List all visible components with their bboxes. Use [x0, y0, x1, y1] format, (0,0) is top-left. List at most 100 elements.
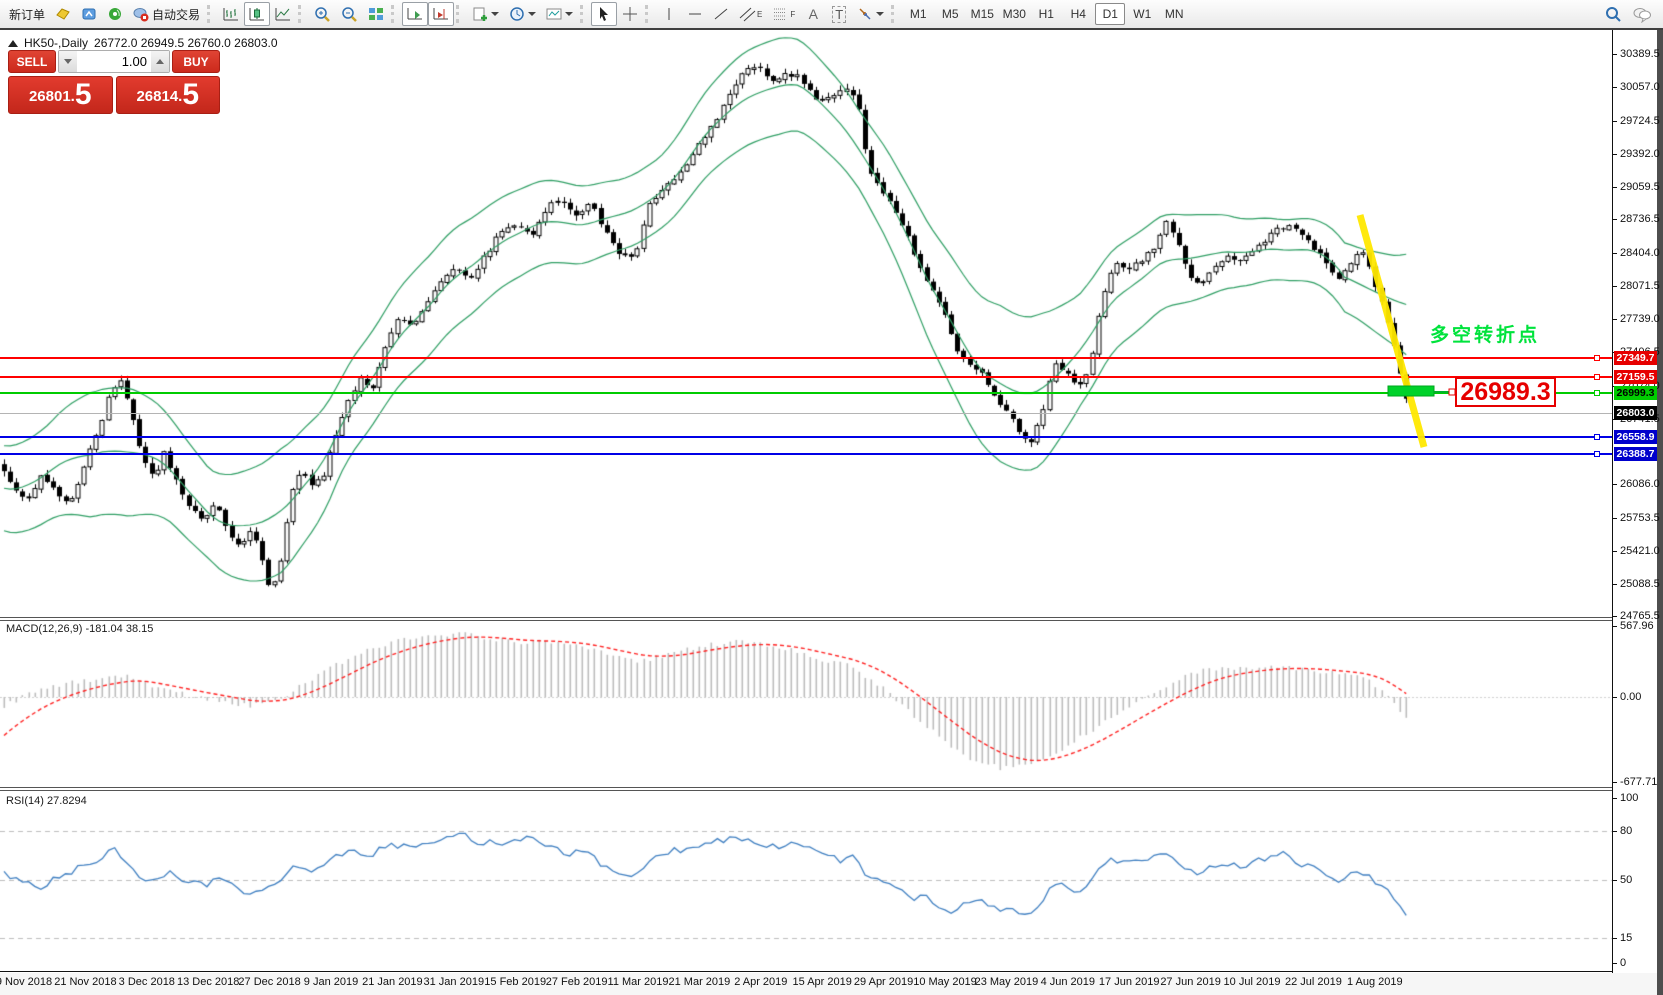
tile-windows-button[interactable] — [363, 2, 389, 26]
price-callout-label[interactable]: 26989.3 — [1455, 377, 1556, 407]
time-axis[interactable]: 9 Nov 201821 Nov 20183 Dec 201813 Dec 20… — [0, 973, 1657, 995]
chat-icon[interactable] — [1627, 2, 1657, 26]
timeframe-button-d1[interactable]: D1 — [1095, 3, 1125, 25]
timeframe-button-h1[interactable]: H1 — [1031, 3, 1061, 25]
date-tick-label: 21 Jan 2019 — [362, 976, 423, 988]
buy-button[interactable]: BUY — [172, 50, 220, 73]
chevron-up-icon — [156, 59, 164, 64]
new-order-button[interactable]: 新订单 — [4, 2, 50, 26]
text-tool-button[interactable]: A — [800, 2, 826, 26]
template-button[interactable] — [541, 2, 578, 26]
axis-tick-label: 25421.0 — [1620, 545, 1660, 557]
timeframe-button-m30[interactable]: M30 — [999, 3, 1029, 25]
date-tick-label: 27 Dec 2018 — [238, 976, 300, 988]
chevron-down-icon — [565, 12, 573, 16]
volume-increase-button[interactable] — [151, 51, 169, 72]
chart-title: HK50-,Daily 26772.0 26949.5 26760.0 2680… — [8, 36, 278, 50]
line-endpoint-handle[interactable] — [1594, 374, 1600, 380]
price-badge: 26803.0 — [1614, 406, 1657, 420]
symbol-period-label: HK50-,Daily — [24, 36, 88, 50]
axis-tick-mark — [1613, 518, 1617, 519]
periods-button[interactable] — [504, 2, 541, 26]
one-click-collapse-icon[interactable] — [8, 40, 18, 47]
date-tick-label: 29 Apr 2019 — [854, 976, 913, 988]
auto-trading-button[interactable]: 自动交易 — [128, 2, 205, 26]
equidistant-channel-button[interactable]: E — [734, 2, 767, 26]
current-price-line — [0, 413, 1612, 414]
line-endpoint-handle[interactable] — [1594, 434, 1600, 440]
chevron-down-icon — [491, 12, 499, 16]
macd-pane[interactable] — [0, 621, 1612, 787]
horizontal-level-line[interactable] — [0, 392, 1612, 394]
candlestick-canvas[interactable] — [0, 30, 1612, 617]
horizontal-line-button[interactable] — [682, 2, 708, 26]
timeframe-button-m1[interactable]: M1 — [903, 3, 933, 25]
signal-icon[interactable] — [102, 2, 128, 26]
label-tool-glyph: T — [832, 6, 846, 23]
horizontal-level-line[interactable] — [0, 376, 1612, 378]
bar-chart-button[interactable] — [218, 2, 244, 26]
axis-tick-label: 29059.5 — [1620, 181, 1660, 193]
rsi-pane[interactable] — [0, 791, 1612, 972]
candlestick-chart-button[interactable] — [244, 2, 270, 26]
axis-tick-mark — [1613, 697, 1617, 698]
macd-canvas[interactable] — [0, 621, 1612, 787]
gem-icon[interactable] — [50, 2, 76, 26]
new-chart-button[interactable] — [467, 2, 504, 26]
timeframe-button-w1[interactable]: W1 — [1127, 3, 1157, 25]
timeframe-button-m5[interactable]: M5 — [935, 3, 965, 25]
price-badge: 26999.3 — [1614, 386, 1657, 400]
vertical-line-button[interactable] — [656, 2, 682, 26]
timeframe-switcher: M1M5M15M30H1H4D1W1MN — [902, 3, 1190, 25]
date-tick-label: 3 Dec 2018 — [119, 976, 175, 988]
volume-decrease-button[interactable] — [59, 51, 77, 72]
search-icon[interactable] — [1599, 2, 1627, 26]
axis-tick-label: 25753.5 — [1620, 512, 1660, 524]
timeframe-button-h4[interactable]: H4 — [1063, 3, 1093, 25]
date-tick-label: 15 Apr 2019 — [793, 976, 852, 988]
axis-tick-mark — [1613, 484, 1617, 485]
volume-input[interactable] — [77, 51, 151, 72]
timeframe-button-m15[interactable]: M15 — [967, 3, 997, 25]
auto-scroll-button[interactable] — [402, 2, 428, 26]
fibonacci-button[interactable]: F — [767, 2, 800, 26]
text-label-button[interactable]: T — [826, 2, 852, 26]
axis-tick-label: 29724.5 — [1620, 115, 1660, 127]
one-click-trading-panel: SELL BUY 26801. 5 26814. 5 — [8, 50, 220, 114]
toolbar-grip — [456, 5, 462, 23]
zoom-in-button[interactable] — [309, 2, 336, 26]
horizontal-level-line[interactable] — [0, 453, 1612, 455]
autotrade-icon — [133, 6, 149, 22]
timeframe-button-mn[interactable]: MN — [1159, 3, 1189, 25]
crosshair-button[interactable] — [617, 2, 643, 26]
line-endpoint-handle[interactable] — [1594, 390, 1600, 396]
axis-tick-label: 28404.0 — [1620, 247, 1660, 259]
line-endpoint-handle[interactable] — [1594, 355, 1600, 361]
rsi-canvas[interactable] — [0, 791, 1612, 972]
pane-separator[interactable] — [0, 617, 1612, 621]
chart-shift-button[interactable] — [428, 2, 454, 26]
sell-price[interactable]: 26801. 5 — [8, 76, 113, 114]
cursor-button[interactable] — [591, 2, 617, 26]
line-chart-button[interactable] — [270, 2, 296, 26]
line-endpoint-handle[interactable] — [1594, 451, 1600, 457]
publish-icon[interactable] — [76, 2, 102, 26]
sell-button[interactable]: SELL — [8, 50, 56, 73]
horizontal-level-line[interactable] — [0, 357, 1612, 359]
main-chart-pane[interactable] — [0, 30, 1612, 617]
buy-price[interactable]: 26814. 5 — [116, 76, 221, 114]
price-axis[interactable]: 30389.530057.029724.529392.029059.528736… — [1612, 30, 1657, 973]
turning-point-annotation: 多空转折点 — [1430, 320, 1540, 347]
axis-tick-label: 30057.0 — [1620, 81, 1660, 93]
arrows-tool-button[interactable] — [852, 2, 889, 26]
date-tick-label: 10 Jul 2019 — [1224, 976, 1281, 988]
horizontal-level-line[interactable] — [0, 436, 1612, 438]
trendline-button[interactable] — [708, 2, 734, 26]
sell-price-big-digit: 5 — [75, 80, 92, 110]
axis-tick-label: 28736.5 — [1620, 213, 1660, 225]
pane-separator[interactable] — [0, 787, 1612, 791]
zoom-out-button[interactable] — [336, 2, 363, 26]
date-tick-label: 1 Aug 2019 — [1347, 976, 1403, 988]
axis-tick-label: 30389.5 — [1620, 48, 1660, 60]
text-tool-glyph: A — [809, 6, 818, 22]
